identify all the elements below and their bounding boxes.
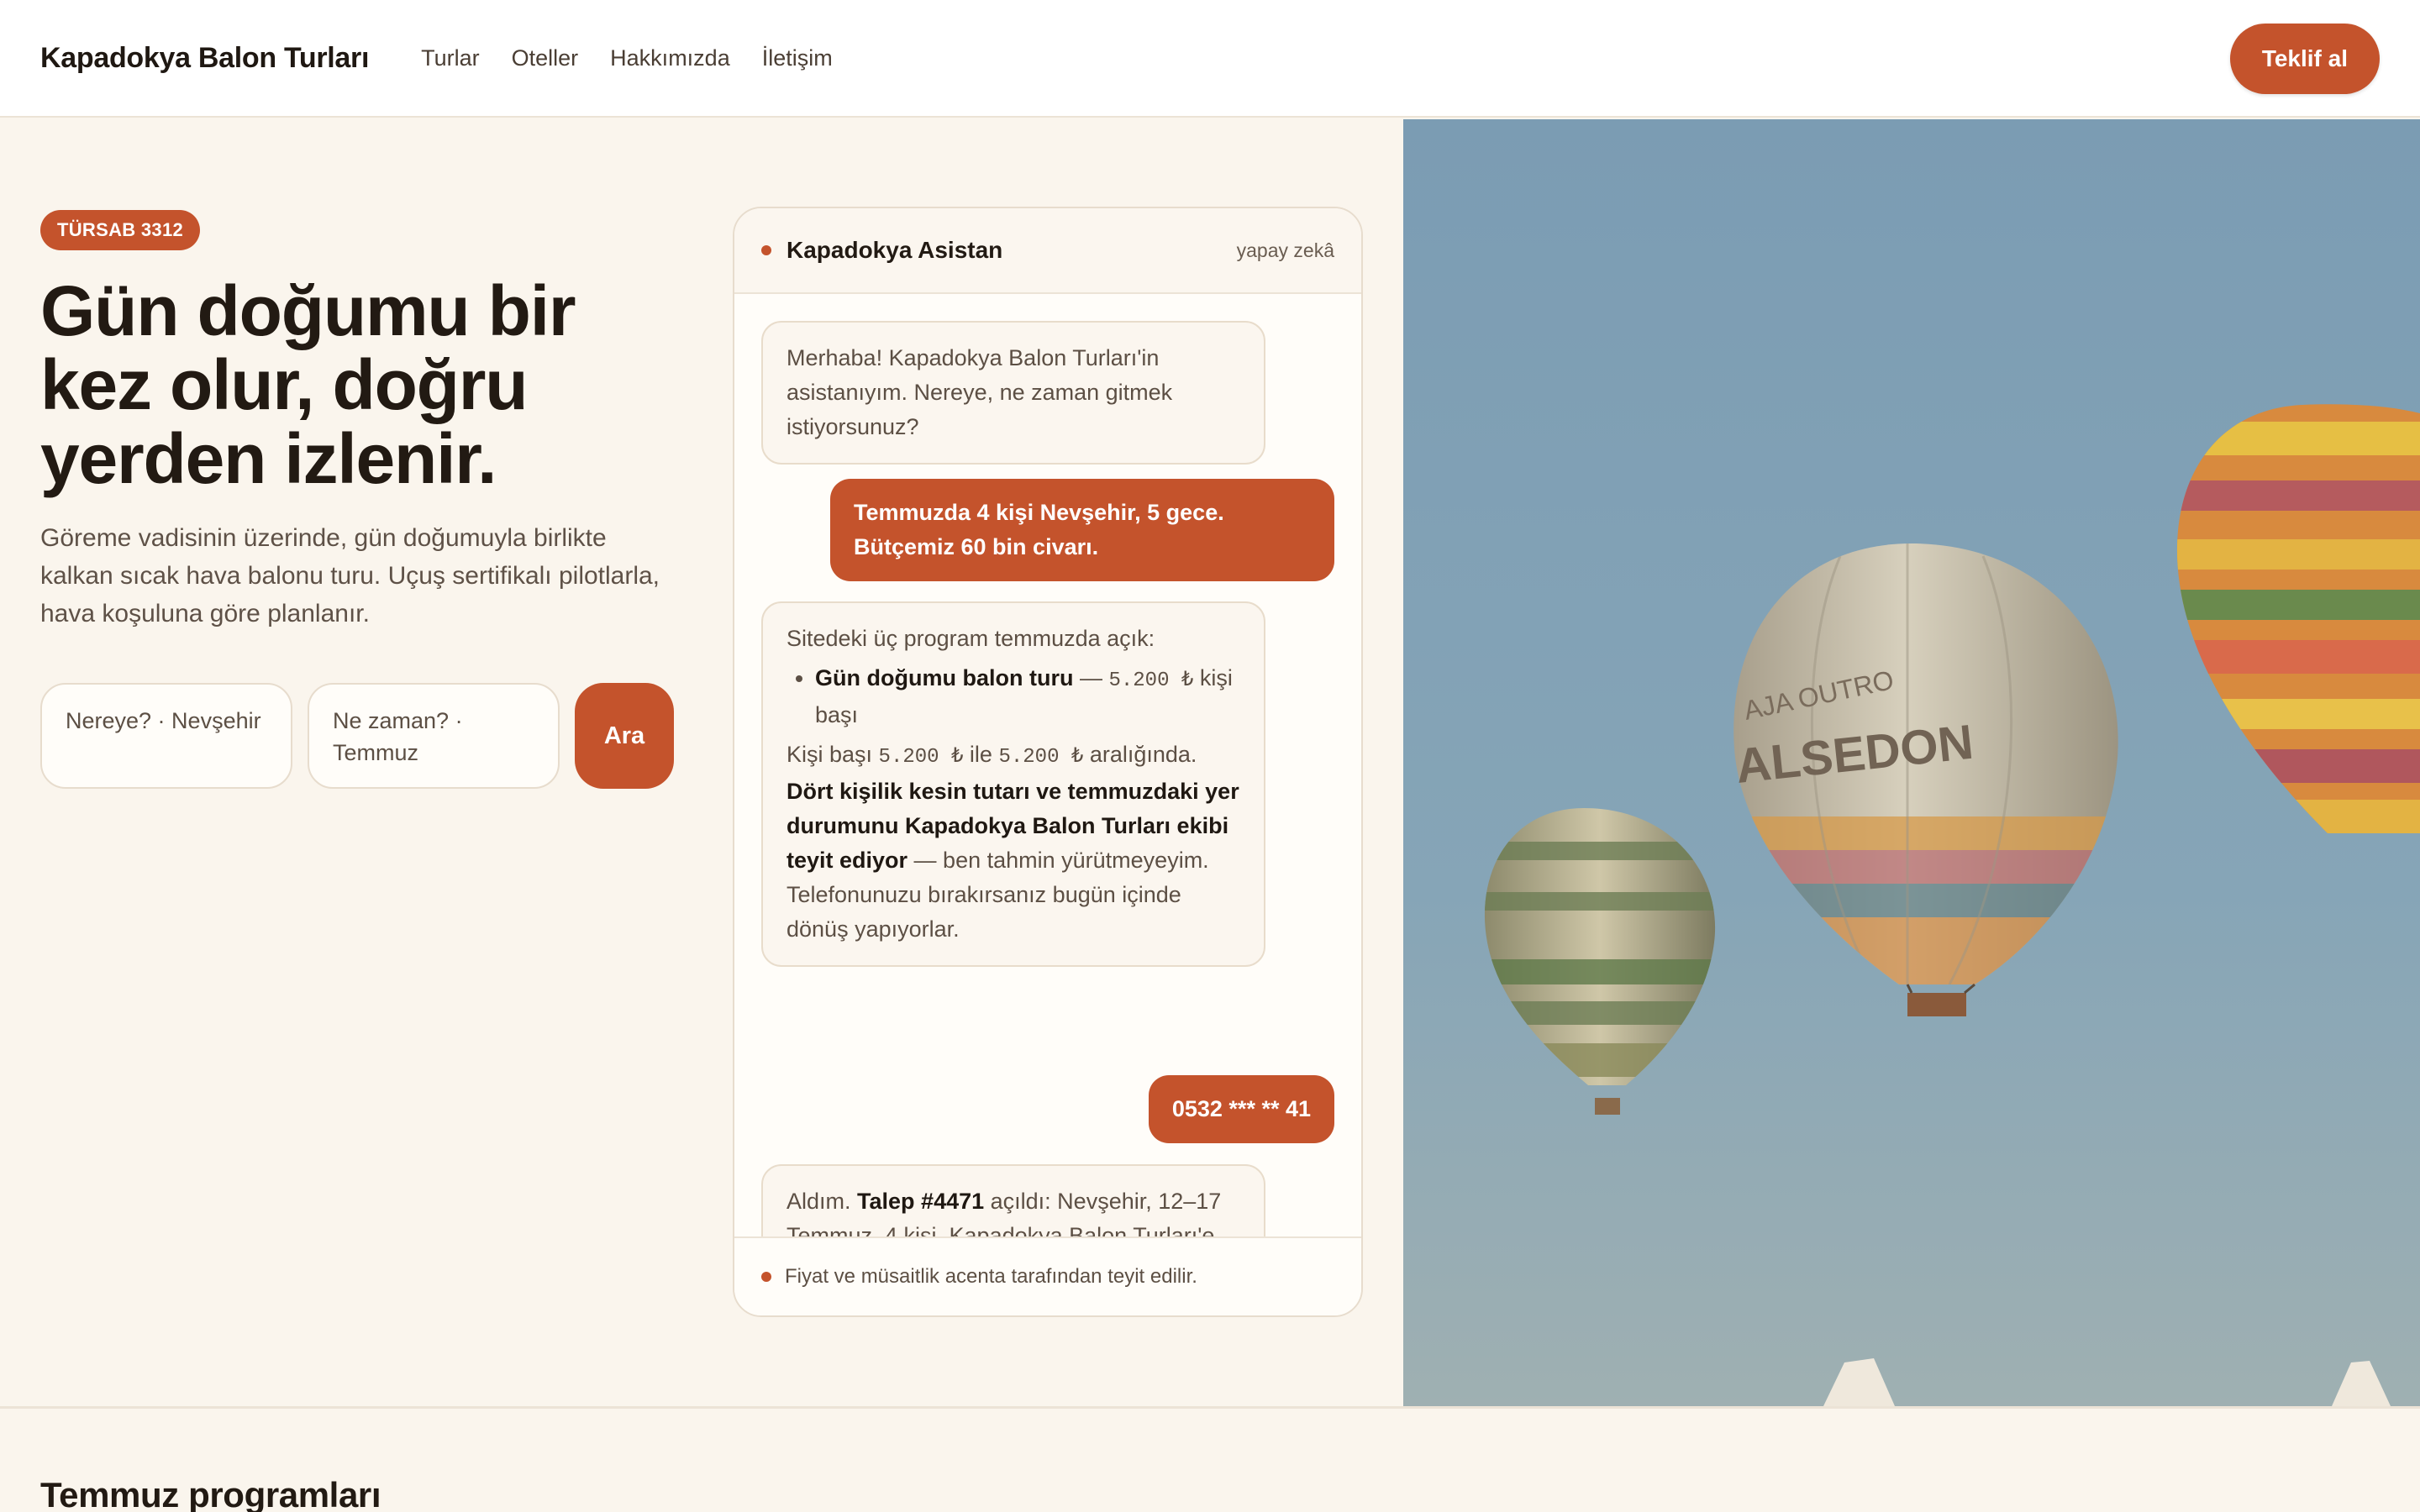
program-sep: — [1073,665,1109,690]
range-text-b: ile [963,742,999,767]
message-text: Merhaba! Kapadokya Balon Turları'in asis… [786,345,1173,439]
assistant-chat-panel: Kapadokya Asistan yapay zekâ Merhaba! Ka… [733,207,1363,1317]
message-text: Temmuzda 4 kişi Nevşehir, 5 gece. Bütçem… [854,500,1224,559]
range-text-c: aralığında. [1083,742,1197,767]
hero-balloon-photo: AJA OUTRO ALSEDON [1403,119,2420,1406]
program-item[interactable]: Gün doğumu balon turu — 5.200 ₺ kişi baş… [815,661,1240,732]
hero-section: TÜRSAB 3312 Gün doğumu bir kez olur, doğ… [40,210,687,789]
range-max-price: 5.200 ₺ [998,746,1084,769]
request-id: Talep #4471 [857,1189,985,1214]
destination-field[interactable]: Nereye? · Nevşehir [40,683,292,789]
balloon-illustration: AJA OUTRO ALSEDON [1403,119,2420,1406]
program-list: Gün doğumu balon turu — 5.200 ₺ kişi baş… [815,661,1240,732]
chat-header: Kapadokya Asistan yapay zekâ [734,208,1361,294]
phone-number: 0532 *** ** 41 [1171,1096,1311,1121]
program-name: Gün doğumu balon turu [815,665,1074,690]
user-message-request: Temmuzda 4 kişi Nevşehir, 5 gece. Bütçem… [830,479,1334,581]
search-bar: Nereye? · Nevşehir Ne zaman? · Temmuz Ar… [40,683,687,789]
ai-tag: yapay zekâ [1236,239,1334,261]
info-dot-icon [761,1272,771,1282]
hero-title: Gün doğumu bir kez olur, doğru yerden iz… [40,271,576,498]
section-divider [0,1406,2420,1409]
site-header: Kapadokya Balon Turları Turlar Oteller H… [0,0,2420,118]
user-message-phone: 0532 *** ** 41 [1148,1075,1334,1143]
range-min-price: 5.200 ₺ [878,746,964,769]
status-dot-icon [761,245,771,255]
nav-link-turlar[interactable]: Turlar [421,45,480,71]
tursab-badge: TÜRSAB 3312 [40,210,201,250]
hero-subtitle: Göreme vadisinin üzerinde, gün doğumuyla… [40,524,660,627]
chat-disclaimer: Fiyat ve müsaitlik acenta tarafından tey… [785,1265,1197,1288]
chat-footer: Fiyat ve müsaitlik acenta tarafından tey… [734,1236,1361,1315]
nav-link-oteller[interactable]: Oteller [512,45,579,71]
chat-messages: Merhaba! Kapadokya Balon Turları'in asis… [734,294,1361,1308]
bot-message-greeting: Merhaba! Kapadokya Balon Turları'in asis… [761,321,1265,465]
get-quote-button[interactable]: Teklif al [2229,24,2380,94]
nav-link-iletisim[interactable]: İletişim [762,45,833,71]
main-nav: Turlar Oteller Hakkımızda İletişim [421,45,833,71]
search-button[interactable]: Ara [575,683,674,789]
date-field[interactable]: Ne zaman? · Temmuz [308,683,560,789]
bot-message-programs: Sitedeki üç program temmuzda açık: Gün d… [761,601,1265,967]
july-programs-heading: Temmuz programları [40,1475,381,1512]
programs-detail: Kişi başı 5.200 ₺ ile 5.200 ₺ aralığında… [786,738,1240,947]
chat-title: Kapadokya Asistan [786,237,1003,263]
brand-logo[interactable]: Kapadokya Balon Turları [40,42,369,75]
program-price: 5.200 ₺ [1108,669,1194,692]
confirm-text-a: Aldım. [786,1189,858,1214]
range-text-a: Kişi başı [786,742,879,767]
programs-intro: Sitedeki üç program temmuzda açık: [786,626,1155,651]
nav-link-hakkimizda[interactable]: Hakkımızda [610,45,730,71]
